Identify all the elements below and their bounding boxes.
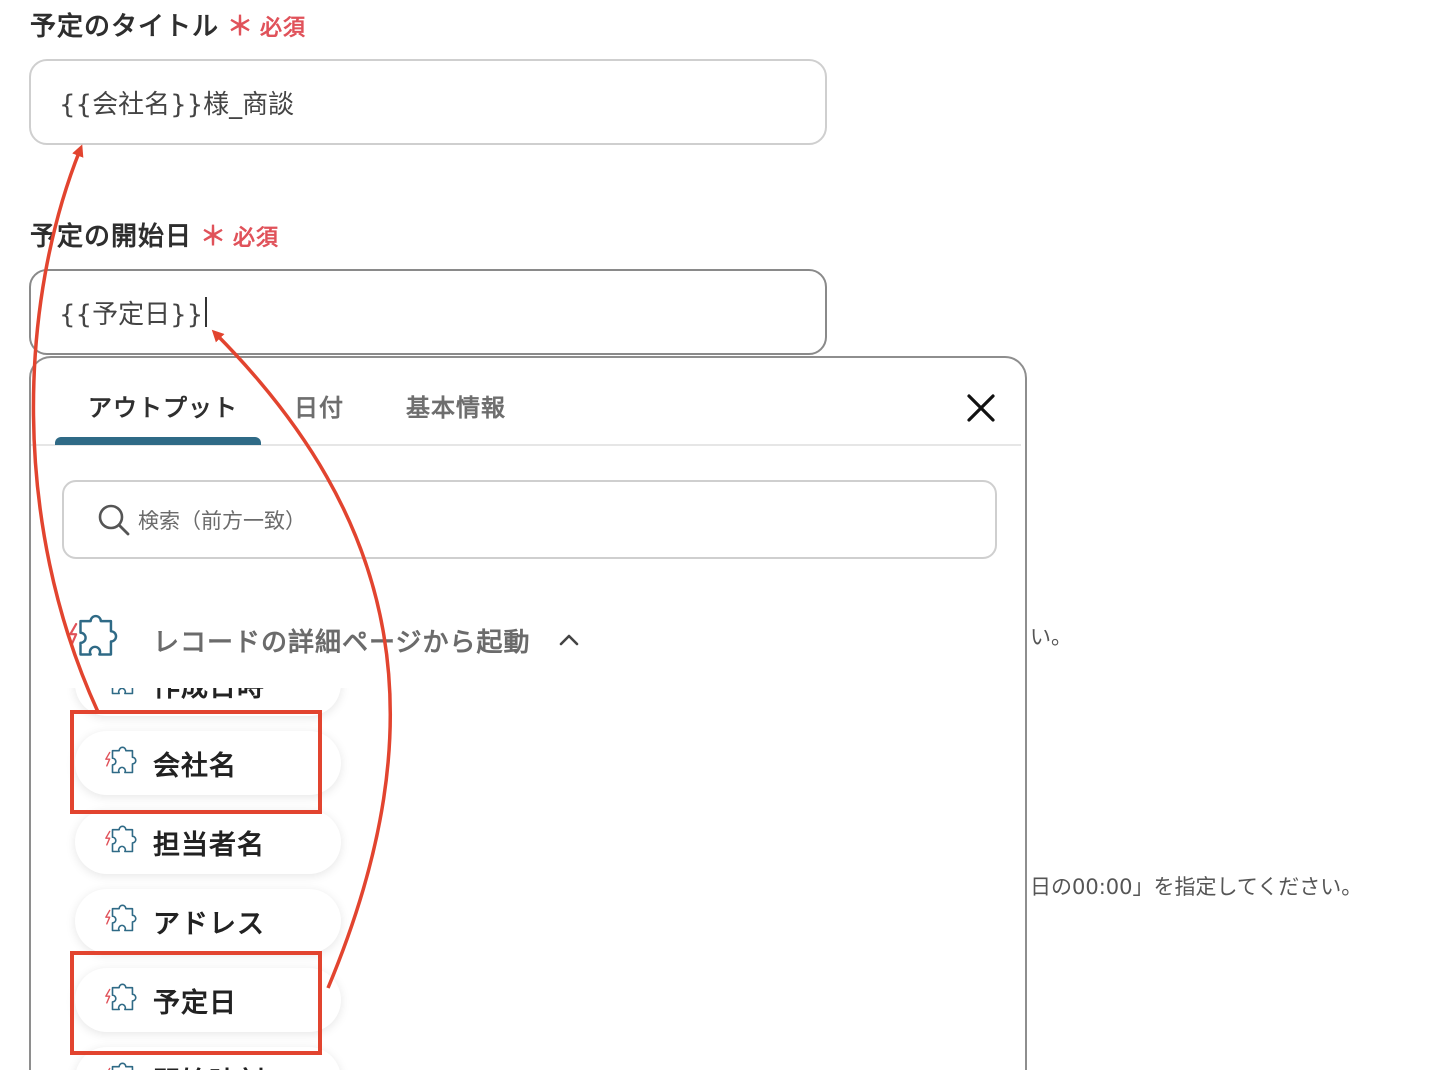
search-placeholder: 検索（前方一致） — [138, 508, 306, 533]
start-date-input-value: {{予定日}} — [59, 299, 204, 330]
chevron-up-icon — [560, 634, 579, 646]
close-button[interactable] — [961, 388, 1001, 428]
title-input[interactable]: {{会社名}}様_商談 — [29, 59, 827, 145]
puzzle-bolt-icon — [105, 746, 137, 774]
list-item-person-in-charge[interactable]: 担当者名 — [75, 810, 341, 874]
puzzle-bolt-icon — [69, 614, 118, 656]
list-item-label: 担当者名 — [153, 829, 265, 861]
start-date-input[interactable]: {{予定日}} — [29, 269, 827, 355]
puzzle-bolt-icon — [105, 904, 137, 932]
tab-output[interactable]: アウトプット — [88, 388, 238, 423]
list-item-company-name[interactable]: 会社名 — [75, 731, 341, 795]
text-caret — [205, 297, 208, 327]
list-item-label: 予定日 — [153, 987, 237, 1019]
output-item-list: 作成日時 会社名 担当者名 アドレス — [31, 688, 431, 1070]
list-item-label: 会社名 — [153, 750, 237, 782]
puzzle-bolt-icon — [108, 1062, 134, 1070]
puzzle-bolt-icon — [105, 983, 137, 1011]
variable-picker-popup: アウトプット 日付 基本情報 検索（前方一致） レコードの詳細ページから起動 会… — [29, 356, 1027, 1070]
list-item-label: 開始時刻 — [153, 1060, 265, 1070]
list-item-start-time[interactable]: 開始時刻 — [75, 1047, 341, 1070]
start-date-field-label: 予定の開始日 ＊ 必須 — [30, 216, 279, 253]
tab-basic-info[interactable]: 基本情報 — [406, 388, 506, 423]
required-text: 必須 — [260, 16, 307, 41]
title-label-text: 予定のタイトル — [30, 12, 220, 42]
group-label: レコードの詳細ページから起動 — [153, 627, 531, 658]
required-text: 必須 — [233, 226, 280, 251]
start-date-label-text: 予定の開始日 — [30, 222, 193, 252]
picker-tabs: アウトプット 日付 基本情報 — [31, 358, 1021, 446]
list-item-created-at[interactable]: 作成日時 — [75, 688, 341, 716]
puzzle-bolt-icon — [111, 688, 134, 695]
list-item-label: 作成日時 — [153, 688, 265, 704]
list-item-scheduled-date[interactable]: 予定日 — [75, 968, 341, 1032]
required-star: ＊ — [227, 12, 255, 42]
puzzle-bolt-icon — [105, 825, 137, 853]
search-input[interactable]: 検索（前方一致） — [62, 480, 997, 559]
hint-text-partial-1: い。 — [1030, 625, 1072, 649]
title-input-value: {{会社名}}様_商談 — [59, 89, 295, 120]
title-field-label: 予定のタイトル ＊ 必須 — [30, 6, 306, 43]
tab-date[interactable]: 日付 — [294, 388, 344, 423]
group-header-record-detail[interactable]: レコードの詳細ページから起動 — [65, 610, 582, 670]
close-icon — [967, 394, 995, 422]
search-icon — [98, 504, 130, 535]
hint-text-partial-2: 日の00:00」を指定してください。 — [1030, 875, 1363, 899]
active-tab-indicator — [55, 437, 261, 445]
required-star: ＊ — [200, 222, 228, 252]
list-item-address[interactable]: アドレス — [75, 889, 341, 953]
list-item-label: アドレス — [153, 908, 265, 940]
